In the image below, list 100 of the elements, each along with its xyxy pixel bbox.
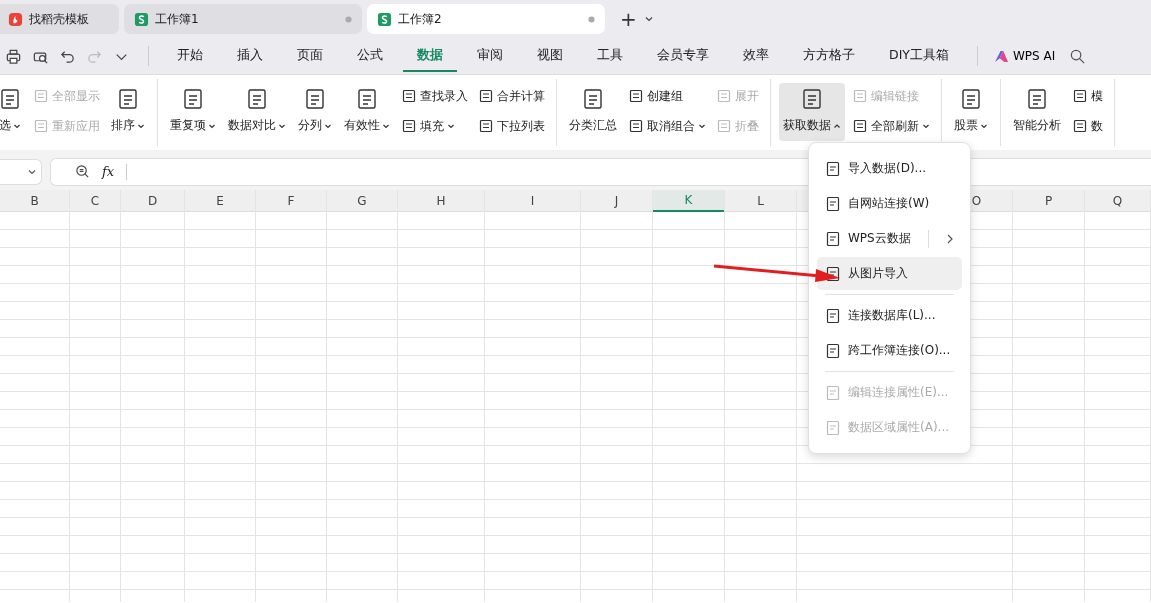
ribbon-tab[interactable]: 插入 bbox=[223, 40, 277, 72]
document-icon bbox=[628, 118, 644, 134]
ribbon-tab[interactable]: 数据 bbox=[403, 40, 457, 72]
document-icon bbox=[245, 87, 269, 111]
ai-button[interactable]: WPS AI bbox=[991, 45, 1058, 67]
ribbon-tab[interactable]: 方方格子 bbox=[789, 40, 869, 72]
ribbon-button[interactable]: 取消组合 bbox=[625, 113, 709, 139]
caret-icon[interactable] bbox=[643, 14, 654, 24]
document-icon bbox=[825, 265, 841, 282]
document-icon bbox=[825, 342, 841, 359]
document-icon bbox=[825, 195, 841, 212]
ribbon-button[interactable]: 获取数据 bbox=[779, 83, 845, 141]
ribbon-button[interactable]: 模 bbox=[1069, 83, 1106, 109]
document-icon bbox=[852, 118, 868, 134]
document-icon bbox=[0, 87, 22, 111]
document-icon bbox=[581, 87, 605, 111]
document-icon bbox=[825, 307, 841, 324]
ribbon-tab[interactable]: DIY工具箱 bbox=[875, 40, 963, 72]
menu-item[interactable]: WPS云数据 bbox=[817, 222, 962, 255]
ribbon-tab[interactable]: 开始 bbox=[163, 40, 217, 72]
ribbon-button[interactable]: 数 bbox=[1069, 113, 1106, 139]
column-header[interactable]: J bbox=[581, 190, 652, 212]
column-header[interactable]: D bbox=[121, 190, 184, 212]
ribbon-button[interactable]: 股票 bbox=[950, 83, 992, 141]
document-icon bbox=[628, 88, 644, 104]
document-icon bbox=[1072, 88, 1088, 104]
unsaved-dot-icon bbox=[588, 15, 595, 23]
document-icon bbox=[800, 87, 824, 111]
ribbon-button[interactable]: 合并计算 bbox=[475, 83, 548, 109]
document-tab[interactable]: 工作簿2 bbox=[367, 4, 605, 34]
tab-title: 找稻壳模板 bbox=[29, 10, 90, 28]
document-icon bbox=[825, 384, 841, 401]
column-header[interactable]: E bbox=[185, 190, 255, 212]
ribbon-tab[interactable]: 审阅 bbox=[463, 40, 517, 72]
document-icon bbox=[355, 87, 379, 111]
ribbon-button[interactable]: 填充 bbox=[398, 113, 471, 139]
document-icon bbox=[959, 87, 983, 111]
chevron-right-icon[interactable] bbox=[946, 232, 954, 245]
document-icon bbox=[478, 118, 494, 134]
document-icon bbox=[716, 88, 732, 104]
caret-icon bbox=[447, 122, 455, 130]
document-icon bbox=[1072, 118, 1088, 134]
ribbon-button[interactable]: 重复项 bbox=[166, 83, 220, 141]
tab-title: 工作簿1 bbox=[155, 10, 200, 28]
flame-logo-icon bbox=[8, 11, 23, 27]
column-header[interactable]: I bbox=[485, 190, 580, 212]
caret-icon bbox=[922, 122, 930, 130]
document-icon bbox=[401, 88, 417, 104]
ribbon-button[interactable]: 查找录入 bbox=[398, 83, 471, 109]
new-tab-button[interactable]: + bbox=[618, 7, 639, 31]
document-icon bbox=[852, 88, 868, 104]
column-header[interactable]: L bbox=[725, 190, 796, 212]
column-header[interactable]: B bbox=[0, 190, 69, 212]
menu-item[interactable]: 跨工作簿连接(O)... bbox=[817, 334, 962, 367]
ribbon-button[interactable]: 数据对比 bbox=[224, 83, 290, 141]
ribbon-tab[interactable]: 视图 bbox=[523, 40, 577, 72]
function-label[interactable]: fx bbox=[102, 164, 115, 179]
document-icon bbox=[825, 160, 841, 177]
ribbon-button[interactable]: 排序 bbox=[107, 83, 149, 141]
zoom-icon[interactable] bbox=[75, 164, 90, 179]
column-header[interactable]: K bbox=[653, 190, 724, 212]
column-header[interactable]: Q bbox=[1085, 190, 1150, 212]
document-icon bbox=[116, 87, 140, 111]
unsaved-dot-icon bbox=[345, 15, 352, 23]
ai-logo-icon bbox=[993, 49, 1009, 63]
ribbon-tab[interactable]: 公式 bbox=[343, 40, 397, 72]
document-icon bbox=[181, 87, 205, 111]
document-tab[interactable]: 找稻壳模板 bbox=[0, 4, 119, 34]
ribbon-button[interactable]: 分列 bbox=[294, 83, 336, 141]
menu-item[interactable]: 连接数据库(L)... bbox=[817, 299, 962, 332]
ribbon-button[interactable]: 智能分析 bbox=[1009, 83, 1065, 141]
search-icon[interactable] bbox=[1069, 47, 1087, 65]
column-header[interactable]: G bbox=[327, 190, 397, 212]
column-header[interactable]: F bbox=[256, 190, 326, 212]
ribbon-tab[interactable]: 页面 bbox=[283, 40, 337, 72]
spreadsheet-logo-icon bbox=[134, 11, 149, 27]
document-icon bbox=[33, 118, 49, 134]
menu-item[interactable]: 从图片导入 bbox=[817, 257, 962, 290]
column-header[interactable]: C bbox=[70, 190, 120, 212]
ribbon-button[interactable]: 创建组 bbox=[625, 83, 709, 109]
document-icon bbox=[478, 88, 494, 104]
ribbon-tab[interactable]: 工具 bbox=[583, 40, 637, 72]
print-icon[interactable] bbox=[5, 47, 22, 65]
ribbon-button[interactable]: 全部刷新 bbox=[849, 113, 933, 139]
column-header[interactable]: P bbox=[1013, 190, 1084, 212]
ribbon-tab[interactable]: 会员专享 bbox=[643, 40, 723, 72]
ribbon-button[interactable]: 下拉列表 bbox=[475, 113, 548, 139]
caret-icon bbox=[698, 122, 706, 130]
document-icon bbox=[716, 118, 732, 134]
ribbon-button[interactable]: 分类汇总 bbox=[565, 83, 621, 141]
document-icon bbox=[825, 230, 841, 247]
ribbon-button[interactable]: 有效性 bbox=[340, 83, 394, 141]
document-tab[interactable]: 工作簿1 bbox=[124, 4, 362, 34]
document-icon bbox=[401, 118, 417, 134]
document-icon bbox=[33, 88, 49, 104]
ribbon-tab[interactable]: 效率 bbox=[729, 40, 783, 72]
column-header[interactable]: H bbox=[398, 190, 484, 212]
ribbon-button[interactable]: 选 bbox=[0, 83, 26, 141]
spreadsheet-logo-icon bbox=[377, 11, 392, 27]
document-icon bbox=[1025, 87, 1049, 111]
